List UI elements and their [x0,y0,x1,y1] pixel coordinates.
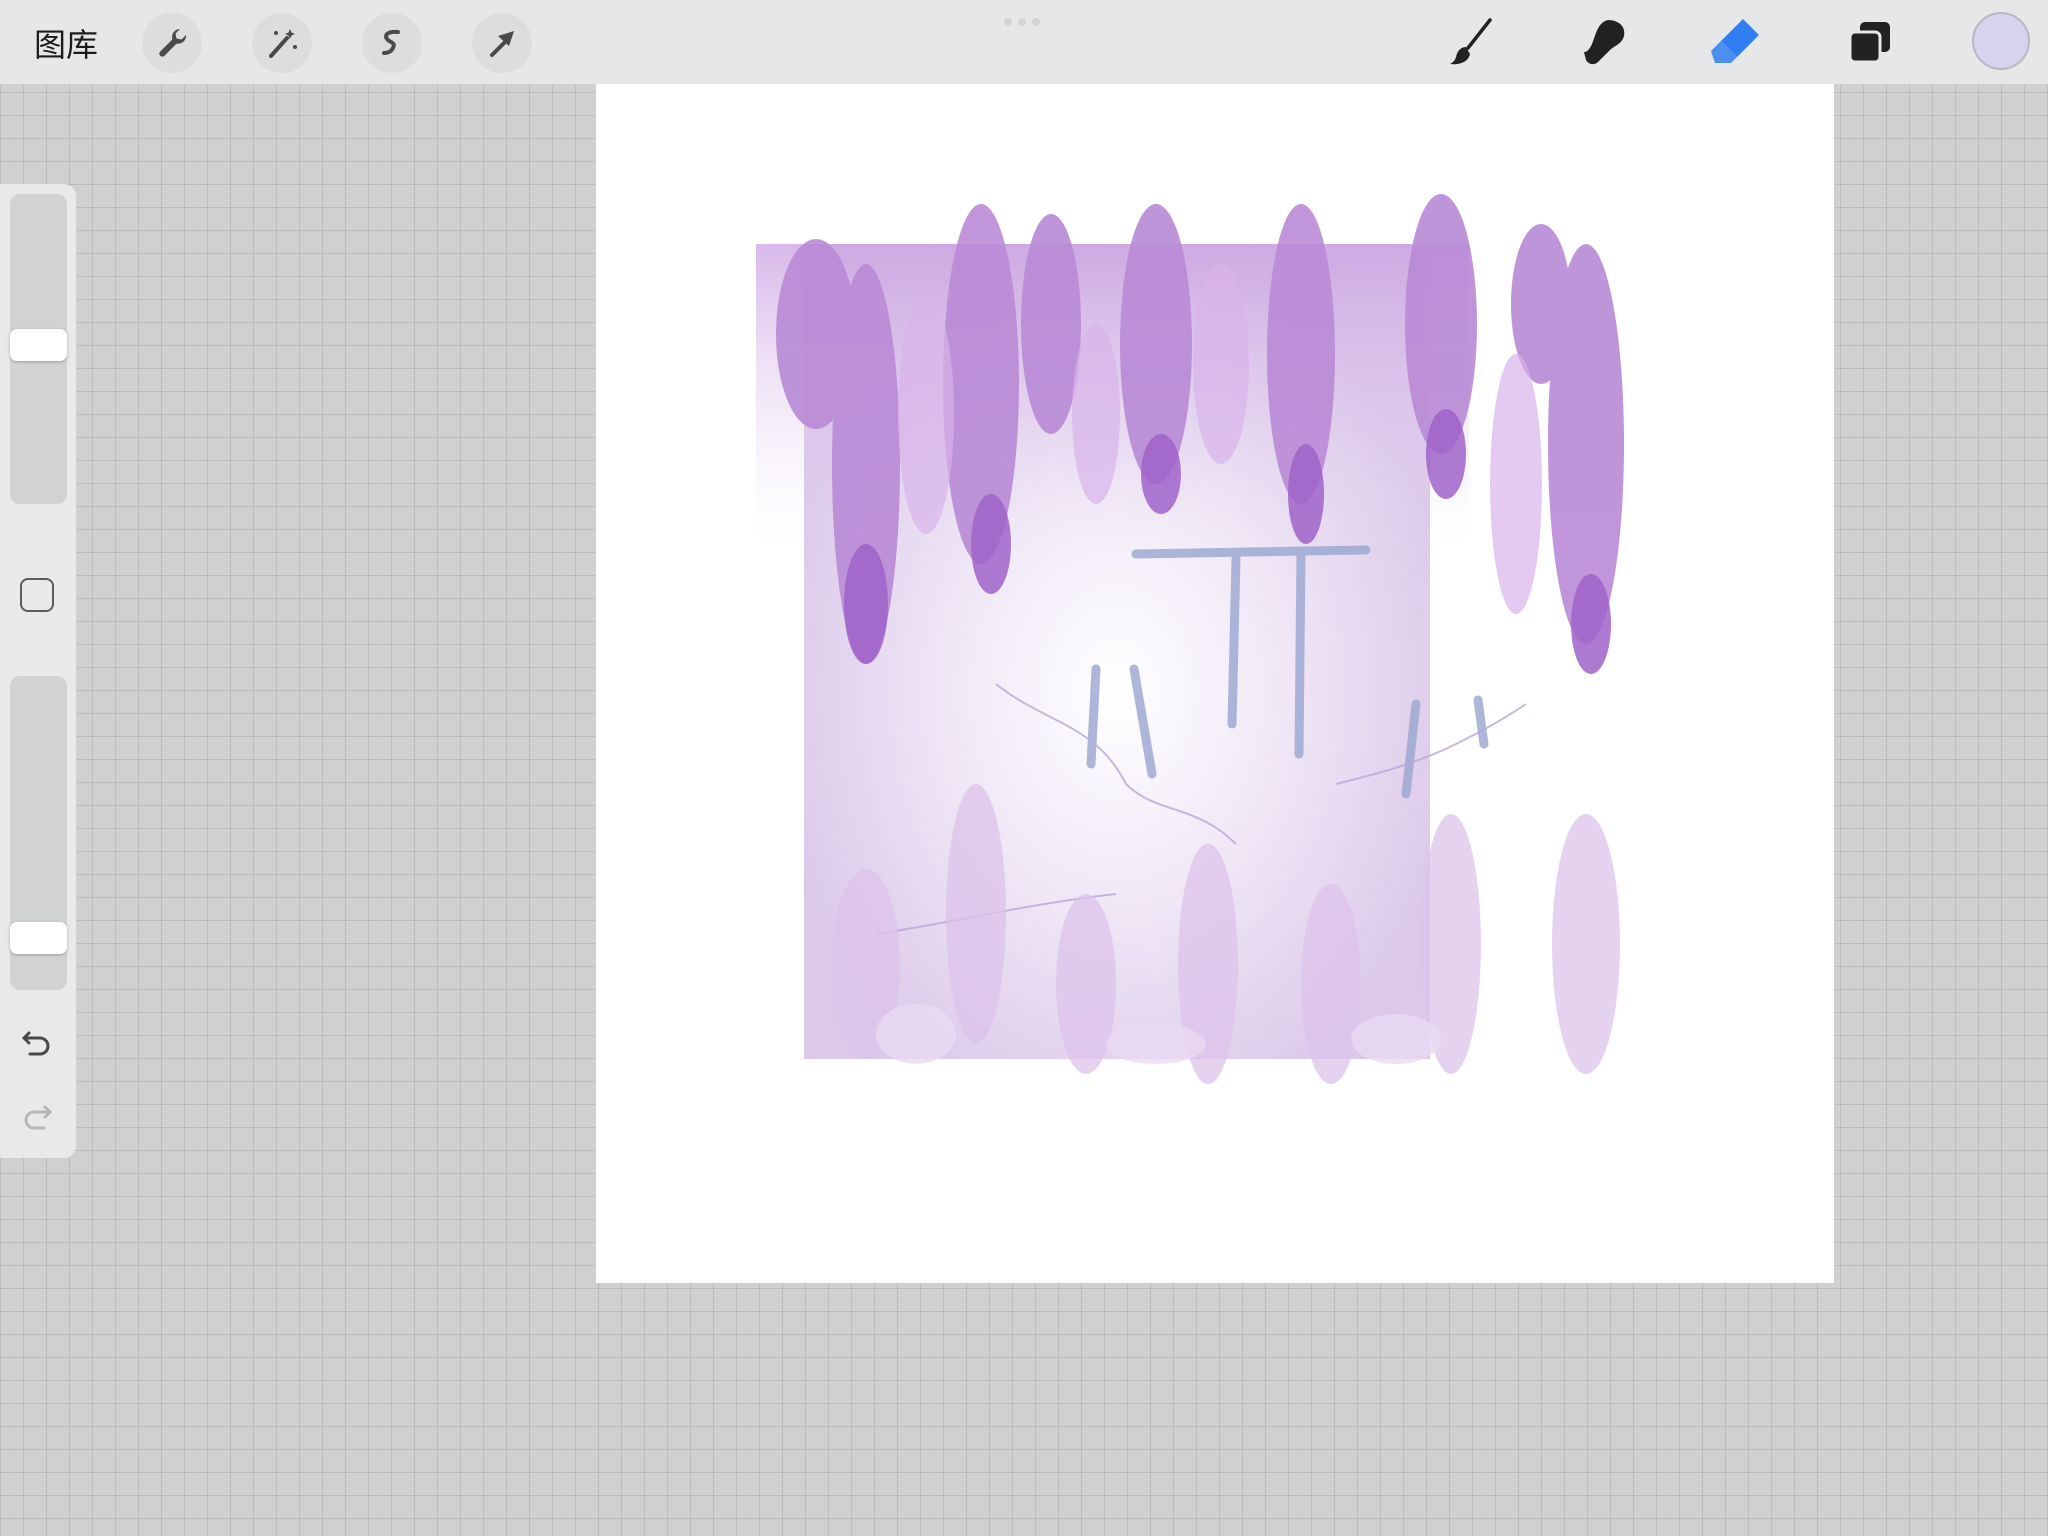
undo-button[interactable] [20,1024,54,1062]
opacity-slider[interactable] [10,676,67,990]
selection-icon [382,29,400,55]
undo-icon [22,1031,50,1056]
modify-button[interactable] [20,578,54,612]
brush-size-thumb[interactable] [10,329,67,361]
redo-icon [24,1105,52,1130]
wrench-icon [159,29,187,57]
brush-icon [1450,18,1492,65]
magic-wand-icon [269,29,297,58]
top-toolbar: 图库 [0,0,2048,85]
gallery-button[interactable]: 图库 [34,20,98,66]
color-swatch[interactable] [1972,12,2030,70]
eraser-icon [1711,19,1759,63]
transform-arrow-icon [490,31,514,57]
smudge-icon [1584,20,1625,65]
transform-button[interactable] [472,13,532,73]
layers-button[interactable] [1840,12,1900,72]
adjustments-button[interactable] [252,13,312,73]
actions-wrench-icon[interactable] [142,13,202,73]
eraser-button[interactable] [1706,12,1766,72]
redo-button[interactable] [20,1098,54,1136]
selection-button[interactable] [362,13,422,73]
left-sidebar [0,184,76,1158]
drawing-canvas[interactable] [596,84,1834,1283]
toolbar-grabber[interactable] [1004,18,1040,26]
opacity-thumb[interactable] [10,922,67,954]
wisteria-painting [756,194,1624,1084]
layers-icon [1848,22,1890,64]
brush-size-slider[interactable] [10,194,67,504]
smudge-button[interactable] [1574,12,1634,72]
paint-brush-button[interactable] [1442,12,1502,72]
